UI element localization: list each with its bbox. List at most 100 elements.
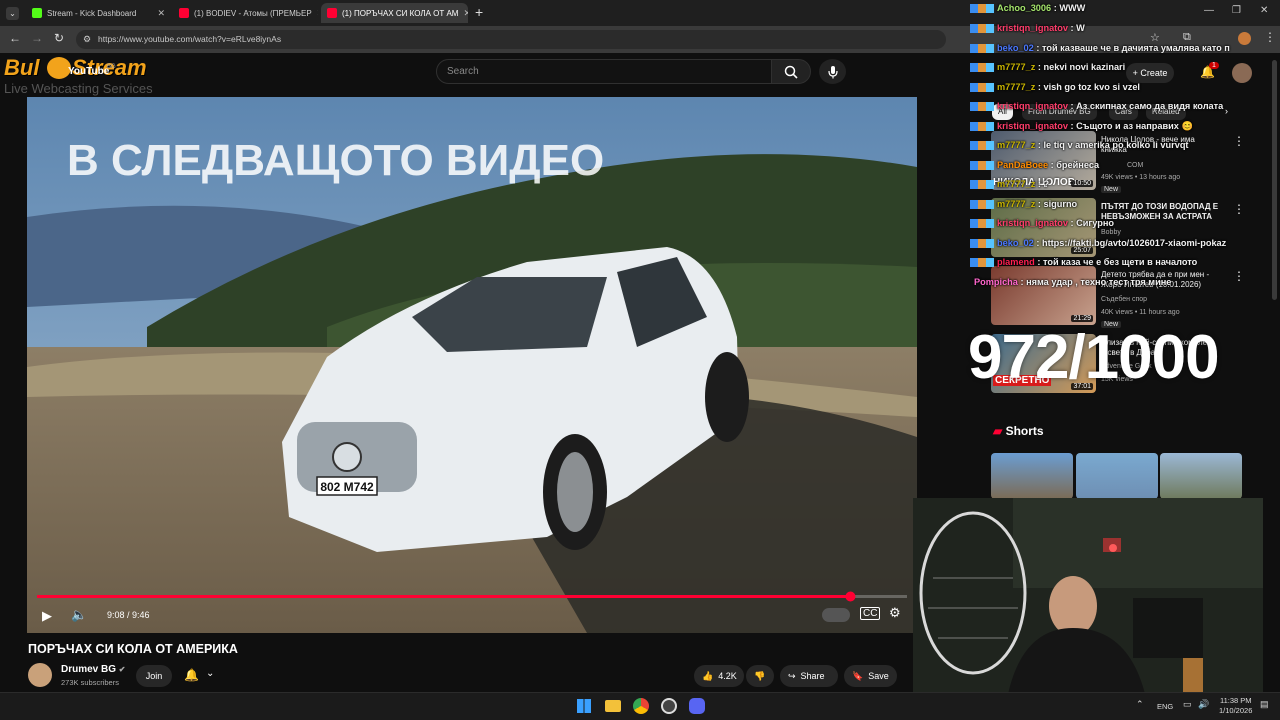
video-title: ПОРЪЧАХ СИ КОЛА ОТ АМЕРИКА xyxy=(28,642,238,656)
chat-badges-icon xyxy=(970,180,994,190)
bulstream-logo-overlay: Bul Stream YouTube BG Live Webcasting Se… xyxy=(4,55,179,96)
search-button[interactable] xyxy=(771,59,811,84)
chat-text: той каза че е без щети в началото xyxy=(1042,257,1198,267)
video-player[interactable]: 802 M742 В СЛЕДВАЩОТО ВИДЕО ▶ 🔈 9:08 / 9… xyxy=(27,97,917,633)
chat-text: Сигурно xyxy=(1076,218,1115,228)
clock-date[interactable]: 1/10/2026 xyxy=(1219,706,1252,715)
reload-icon[interactable]: ↻ xyxy=(54,31,64,45)
youtube-logo-text: YouTube xyxy=(68,66,110,77)
volume-icon[interactable]: 🔈 xyxy=(71,607,87,623)
bookmark-icon: 🔖 xyxy=(852,670,864,681)
verified-check-icon: ✔ xyxy=(118,665,126,674)
channel-avatar[interactable] xyxy=(28,663,52,687)
channel-name[interactable]: Drumev BG ✔ xyxy=(61,664,126,675)
chat-message: kristiqn_ignatov : W xyxy=(970,23,1085,34)
clock-time[interactable]: 11:38 PM xyxy=(1220,696,1252,705)
search-input[interactable]: Search xyxy=(436,59,772,84)
chat-text: vish go toz kvo si vzel xyxy=(1043,82,1140,92)
speaker-icon[interactable]: 🔊 xyxy=(1198,699,1209,710)
notification-bell-icon[interactable]: 🔔 xyxy=(184,668,199,682)
short-thumbnail[interactable] xyxy=(1076,453,1158,499)
chat-username: m7777_z xyxy=(997,140,1036,150)
chat-message: kristiqn_ignatov : Аз скипнах само да ви… xyxy=(970,101,1223,112)
obs-icon[interactable] xyxy=(661,698,677,714)
chat-text: WWW xyxy=(1059,3,1086,13)
forward-arrow-icon[interactable]: → xyxy=(31,31,43,45)
channel-name-text: Drumev BG xyxy=(61,664,117,675)
join-button[interactable]: Join xyxy=(136,665,172,687)
chat-badges-icon xyxy=(970,4,994,14)
chat-username: PanDaBoee xyxy=(997,160,1049,170)
chat-message: beko_02 : https://fakti.bg/avto/1026017-… xyxy=(970,238,1226,249)
chat-message: m7777_z : nekvi novi kazinari xyxy=(970,62,1125,73)
notification-center-icon[interactable]: ▤ xyxy=(1260,699,1269,710)
captions-icon[interactable]: CC xyxy=(860,607,881,620)
share-label: Share xyxy=(800,671,825,681)
chat-username: kristiqn_ignatov xyxy=(997,101,1068,111)
chat-badges-icon xyxy=(970,24,994,34)
tray-chevron-icon[interactable]: ⌃ xyxy=(1136,699,1144,710)
file-explorer-icon[interactable] xyxy=(605,700,621,712)
tab-label: (1) ПОРЪЧАХ СИ КОЛА ОТ АМ xyxy=(342,8,459,18)
browser-tab-current[interactable]: (1) ПОРЪЧАХ СИ КОЛА ОТ АМ ✕ xyxy=(321,3,468,23)
logo-tagline: Live Webcasting Services xyxy=(4,81,153,96)
like-count: 4.2K xyxy=(718,671,737,681)
chat-username: kristiqn_ignatov xyxy=(997,218,1068,228)
video-channel[interactable]: Съдебен спор xyxy=(1101,296,1147,303)
close-tab-icon[interactable]: ✕ xyxy=(463,8,468,19)
chat-message: m7777_z : vish go toz kvo si vzel xyxy=(970,82,1140,93)
chat-message: m7777_z : ? xyxy=(970,179,1050,190)
chat-username: m7777_z xyxy=(997,199,1036,209)
chat-message: Achoo_3006 : WWW xyxy=(970,3,1086,14)
chat-message: plamend : той каза че е без щети в начал… xyxy=(970,257,1198,268)
chat-badges-icon xyxy=(970,200,994,210)
short-thumbnail[interactable] xyxy=(1160,453,1242,499)
url-text: https://www.youtube.com/watch?v=eRLve8iy… xyxy=(98,34,282,44)
network-icon[interactable]: ▭ xyxy=(1183,699,1192,710)
autoplay-toggle[interactable] xyxy=(822,608,850,622)
close-tab-icon[interactable]: ✕ xyxy=(317,8,318,19)
language-indicator[interactable]: ENG xyxy=(1157,702,1173,711)
chat-username: Achoo_3006 xyxy=(997,3,1052,13)
chat-username: Pompicha xyxy=(974,277,1018,287)
microphone-icon xyxy=(827,65,838,78)
browser-tab-bodiev[interactable]: (1) BODIEV - Атомы (ПРЕМЬЕР ✕ xyxy=(173,3,318,23)
chat-message: m7777_z : le tiq v amerika po kolko li v… xyxy=(970,140,1189,151)
shorts-label: Shorts xyxy=(1005,424,1044,438)
site-info-icon[interactable]: ⚙ xyxy=(83,30,91,49)
chat-message: beko_02 : той казваше че в дачията умаля… xyxy=(970,43,1230,54)
close-tab-icon[interactable]: ✕ xyxy=(157,8,165,19)
short-thumbnail[interactable] xyxy=(991,453,1073,499)
browser-tab-kick[interactable]: Stream - Kick Dashboard ✕ xyxy=(26,3,171,23)
play-icon[interactable]: ▶ xyxy=(42,608,52,624)
chrome-icon[interactable] xyxy=(633,698,649,714)
thumbs-up-icon: 👍 xyxy=(702,670,714,681)
goal-counter: 972/1000 xyxy=(968,323,1220,392)
logo-title: Bul xyxy=(4,55,40,80)
progress-scrubber[interactable] xyxy=(845,591,856,602)
youtube-favicon-icon xyxy=(179,8,189,18)
chat-message: m7777_z : sigurno xyxy=(970,199,1077,210)
like-button[interactable]: 👍 4.2K xyxy=(694,665,744,687)
chat-text: ? xyxy=(1043,179,1050,189)
save-button[interactable]: 🔖 Save xyxy=(844,665,897,687)
webcam-overlay xyxy=(913,498,1263,694)
chat-message: Pompicha : няма удар , техно тест тря ми… xyxy=(974,277,1172,287)
new-tab-icon[interactable]: + xyxy=(475,4,483,20)
settings-gear-icon[interactable]: ⚙ xyxy=(889,605,901,621)
chat-username: m7777_z xyxy=(997,62,1036,72)
chat-username: kristiqn_ignatov xyxy=(997,23,1068,33)
tab-list-chevron-icon[interactable]: ⌄ xyxy=(6,7,19,20)
shorts-header: ▰ Shorts xyxy=(993,424,1044,438)
chat-badges-icon xyxy=(970,141,994,151)
voice-search-button[interactable] xyxy=(819,59,846,84)
video-frame: 802 M742 В СЛЕДВАЩОТО ВИДЕО xyxy=(27,97,917,633)
back-arrow-icon[interactable]: ← xyxy=(9,31,21,45)
windows-start-icon[interactable] xyxy=(577,699,591,713)
subscription-chevron-icon[interactable]: ⌄ xyxy=(206,668,214,679)
share-button[interactable]: ↪ Share xyxy=(780,665,838,687)
dislike-button[interactable]: 👎 xyxy=(746,665,774,687)
windows-taskbar: ⌃ ENG ▭ 🔊 11:38 PM 1/10/2026 ▤ xyxy=(0,692,1280,720)
discord-icon[interactable] xyxy=(689,698,705,714)
address-bar[interactable]: ⚙ https://www.youtube.com/watch?v=eRLve8… xyxy=(76,30,946,49)
